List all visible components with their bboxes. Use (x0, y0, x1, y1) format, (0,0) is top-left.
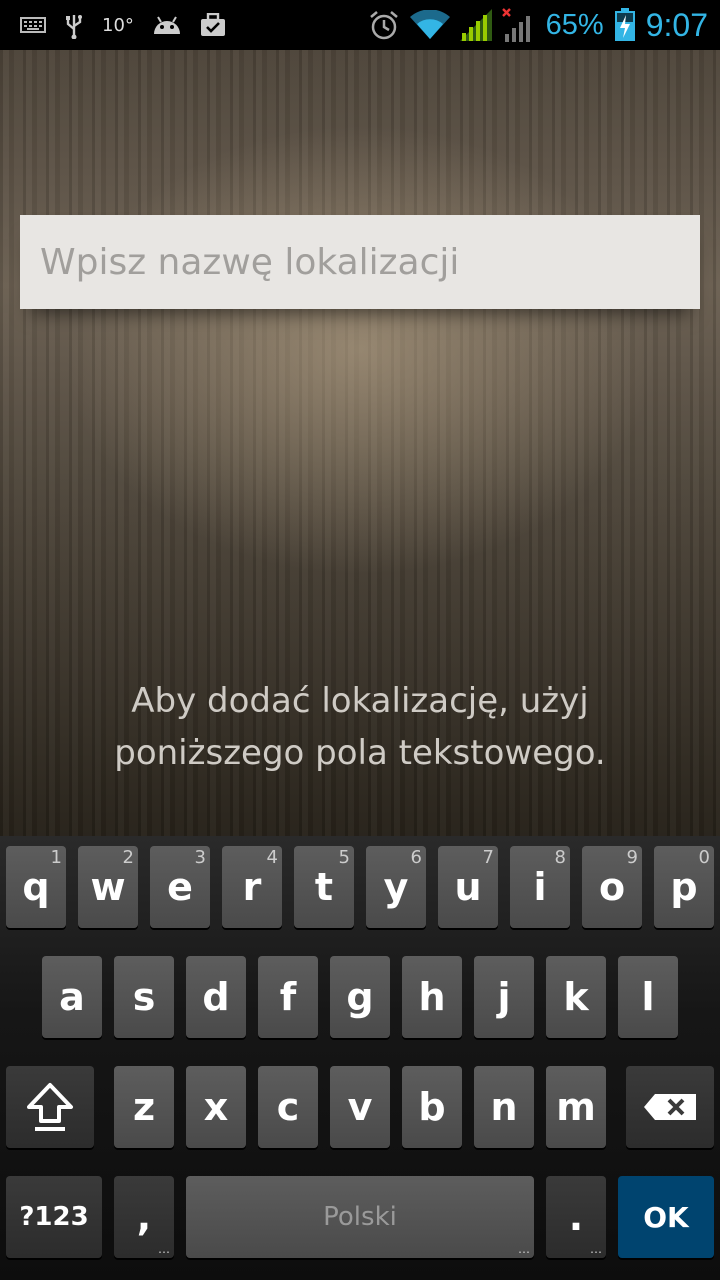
more-dots-icon: … (590, 1242, 602, 1256)
key-u[interactable]: u7 (438, 846, 498, 928)
space-key[interactable]: Polski… (186, 1176, 534, 1258)
key-w[interactable]: w2 (78, 846, 138, 928)
signal-icon (459, 9, 492, 41)
comma-key[interactable]: ,… (114, 1176, 174, 1258)
hint-line-1: Aby dodać lokalizację, użyj (131, 681, 589, 721)
clock: 9:07 (645, 6, 708, 43)
key-y[interactable]: y6 (366, 846, 426, 928)
more-dots-icon: … (158, 1242, 170, 1256)
hint-line-2: poniższego pola tekstowego. (114, 733, 606, 773)
key-f[interactable]: f (258, 956, 318, 1038)
key-b[interactable]: b (402, 1066, 462, 1148)
shift-arrow-icon (27, 1083, 73, 1131)
key-o[interactable]: o9 (582, 846, 642, 928)
key-x[interactable]: x (186, 1066, 246, 1148)
key-k[interactable]: k (546, 956, 606, 1038)
soft-keyboard: q1 w2 e3 r4 t5 y6 u7 i8 o9 p0 a s d f g … (0, 836, 720, 1280)
battery-percent: 65% (545, 8, 604, 41)
key-e[interactable]: e3 (150, 846, 210, 928)
status-bar: 10° 65% 9:07 (0, 0, 720, 50)
period-key[interactable]: .… (546, 1176, 606, 1258)
key-a[interactable]: a (42, 956, 102, 1038)
key-l[interactable]: l (618, 956, 678, 1038)
signal-no-data-icon (501, 8, 536, 42)
key-d[interactable]: d (186, 956, 246, 1038)
key-q[interactable]: q1 (6, 846, 66, 928)
key-m[interactable]: m (546, 1066, 606, 1148)
key-h[interactable]: h (402, 956, 462, 1038)
wifi-icon (409, 10, 450, 40)
location-name-input[interactable] (20, 215, 700, 309)
add-location-hint: Aby dodać lokalizację, użyj poniższego p… (0, 675, 720, 779)
alarm-icon (368, 9, 400, 41)
usb-icon (64, 11, 84, 39)
key-g[interactable]: g (330, 956, 390, 1038)
key-p[interactable]: p0 (654, 846, 714, 928)
more-dots-icon: … (518, 1242, 530, 1256)
key-z[interactable]: z (114, 1066, 174, 1148)
keyboard-icon (20, 17, 46, 33)
backspace-icon (644, 1094, 696, 1120)
main-content: Aby dodać lokalizację, użyj poniższego p… (0, 50, 720, 836)
key-s[interactable]: s (114, 956, 174, 1038)
key-n[interactable]: n (474, 1066, 534, 1148)
briefcase-icon (200, 13, 226, 37)
key-t[interactable]: t5 (294, 846, 354, 928)
key-r[interactable]: r4 (222, 846, 282, 928)
battery-charging-icon (614, 8, 636, 42)
key-i[interactable]: i8 (510, 846, 570, 928)
backspace-key[interactable] (626, 1066, 714, 1148)
symbols-key[interactable]: ?123 (6, 1176, 102, 1258)
key-j[interactable]: j (474, 956, 534, 1038)
android-debug-icon (152, 14, 182, 36)
key-v[interactable]: v (330, 1066, 390, 1148)
shift-key[interactable] (6, 1066, 94, 1148)
temperature-readout: 10° (102, 14, 134, 36)
ok-key[interactable]: OK (618, 1176, 714, 1258)
key-c[interactable]: c (258, 1066, 318, 1148)
